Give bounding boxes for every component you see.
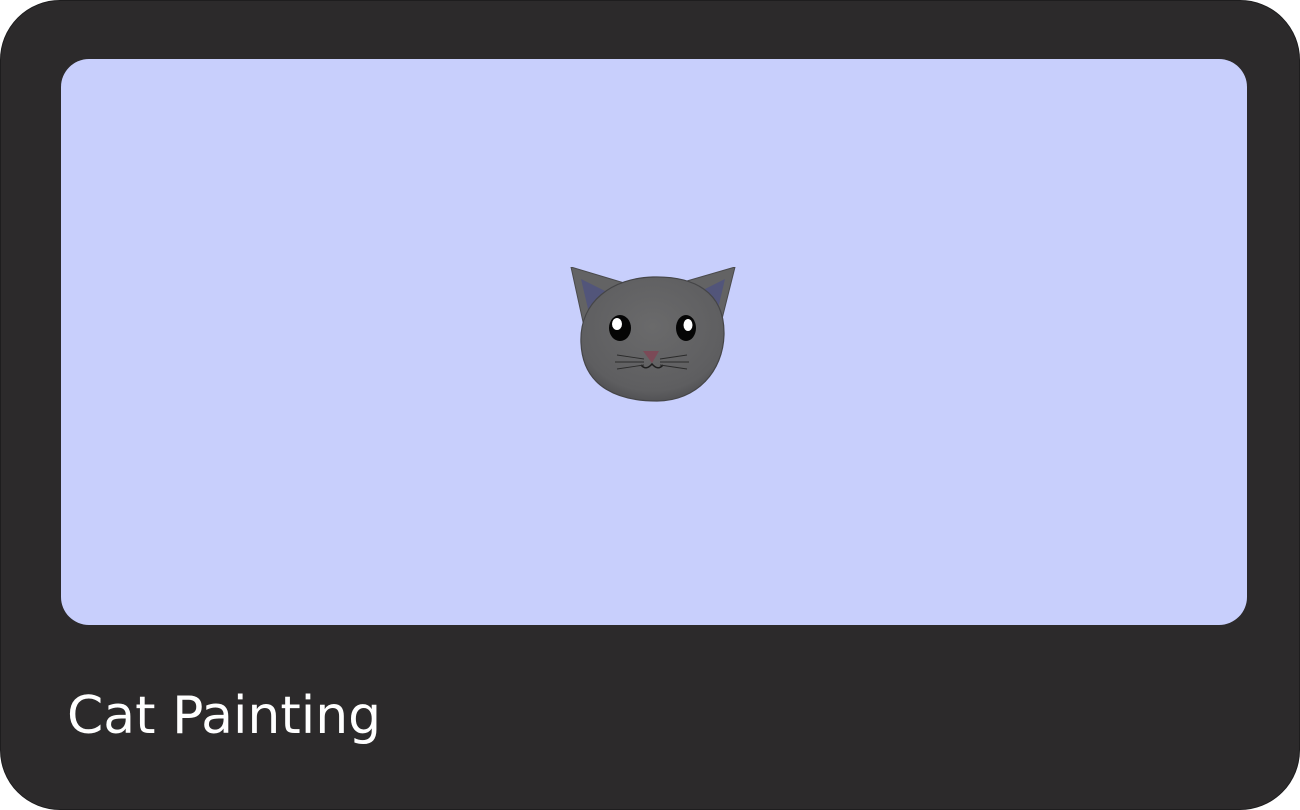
- cat-head: [580, 276, 725, 402]
- cat-face-icon: [570, 267, 736, 402]
- card-title: Cat Painting: [67, 686, 382, 746]
- painting-canvas[interactable]: [61, 59, 1247, 625]
- card[interactable]: Cat Painting: [0, 0, 1300, 810]
